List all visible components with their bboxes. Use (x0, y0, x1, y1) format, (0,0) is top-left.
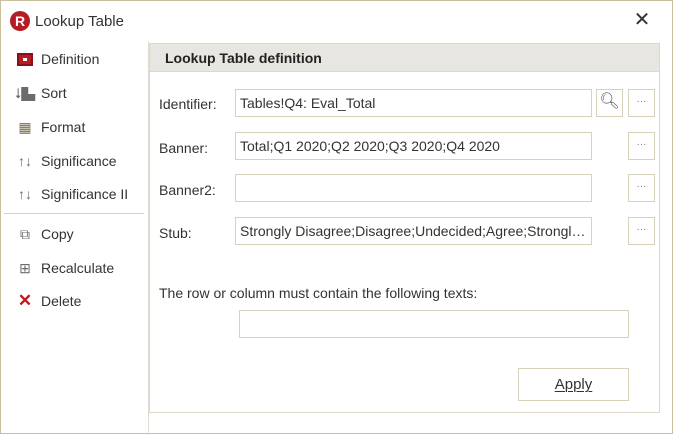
significance-arrows-icon: ↑↓ (18, 186, 32, 202)
sidebar-item-format[interactable]: ▦ Format (15, 115, 85, 139)
sidebar-item-label: Copy (41, 226, 74, 242)
sidebar-item-recalculate[interactable]: ⊞ Recalculate (15, 256, 114, 280)
definition-panel: Lookup Table definition Identifier: Tabl… (149, 43, 660, 413)
format-grid-icon: ▦ (18, 118, 32, 135)
apply-button[interactable]: Apply (518, 368, 629, 401)
significance-arrows-icon: ↑↓ (18, 153, 32, 169)
banner2-input[interactable] (235, 174, 592, 202)
sidebar-item-label: Format (41, 119, 86, 135)
identifier-browse-button[interactable]: ··· (628, 89, 655, 117)
stub-browse-button[interactable]: ··· (628, 217, 655, 245)
sidebar-item-label: Definition (41, 51, 100, 67)
window-title: Lookup Table (35, 13, 124, 30)
texts-instruction: The row or column must contain the follo… (159, 285, 478, 301)
app-logo-icon: R (10, 11, 30, 31)
search-icon: 🔍︎ (599, 93, 620, 110)
required-texts-input[interactable] (239, 310, 629, 338)
sidebar-item-copy[interactable]: ⧉ Copy (15, 222, 74, 246)
sidebar-item-significance-ii[interactable]: ↑↓ Significance II (15, 182, 128, 206)
identifier-label: Identifier: (159, 96, 217, 112)
banner-input[interactable]: Total;Q1 2020;Q2 2020;Q3 2020;Q4 2020 (235, 132, 592, 160)
sort-icon: ⭣▙ (14, 84, 36, 101)
search-button[interactable]: 🔍︎ (596, 89, 623, 117)
sidebar-item-delete[interactable]: ✕ Delete (15, 289, 82, 313)
sidebar-item-label: Recalculate (41, 260, 115, 276)
sidebar-item-significance[interactable]: ↑↓ Significance (15, 149, 117, 173)
stub-label: Stub: (159, 225, 192, 241)
sidebar-item-label: Significance (41, 153, 117, 169)
identifier-input[interactable]: Tables!Q4: Eval_Total (235, 89, 592, 117)
panel-title: Lookup Table definition (150, 44, 659, 72)
banner-label: Banner: (159, 140, 209, 156)
sidebar-divider (4, 213, 144, 214)
lookup-table-dialog: R Lookup Table ✕ Definition ⭣▙ Sort ▦ Form… (0, 0, 673, 435)
sidebar-item-sort[interactable]: ⭣▙ Sort (15, 81, 67, 105)
stub-input[interactable]: Strongly Disagree;Disagree;Undecided;Agr… (235, 217, 592, 245)
banner2-browse-button[interactable]: ··· (628, 174, 655, 202)
definition-icon (15, 50, 35, 68)
banner-browse-button[interactable]: ··· (628, 132, 655, 160)
sidebar-item-label: Significance II (41, 186, 129, 202)
close-button[interactable]: ✕ (631, 9, 653, 31)
apply-label: Apply (554, 376, 593, 393)
delete-x-icon: ✕ (17, 291, 33, 310)
sidebar-item-label: Delete (41, 293, 82, 309)
copy-icon: ⧉ (20, 225, 30, 242)
calculator-icon: ⊞ (19, 259, 31, 276)
sidebar-item-definition[interactable]: Definition (15, 47, 99, 71)
sidebar-item-label: Sort (41, 85, 67, 101)
banner2-label: Banner2: (159, 182, 216, 198)
